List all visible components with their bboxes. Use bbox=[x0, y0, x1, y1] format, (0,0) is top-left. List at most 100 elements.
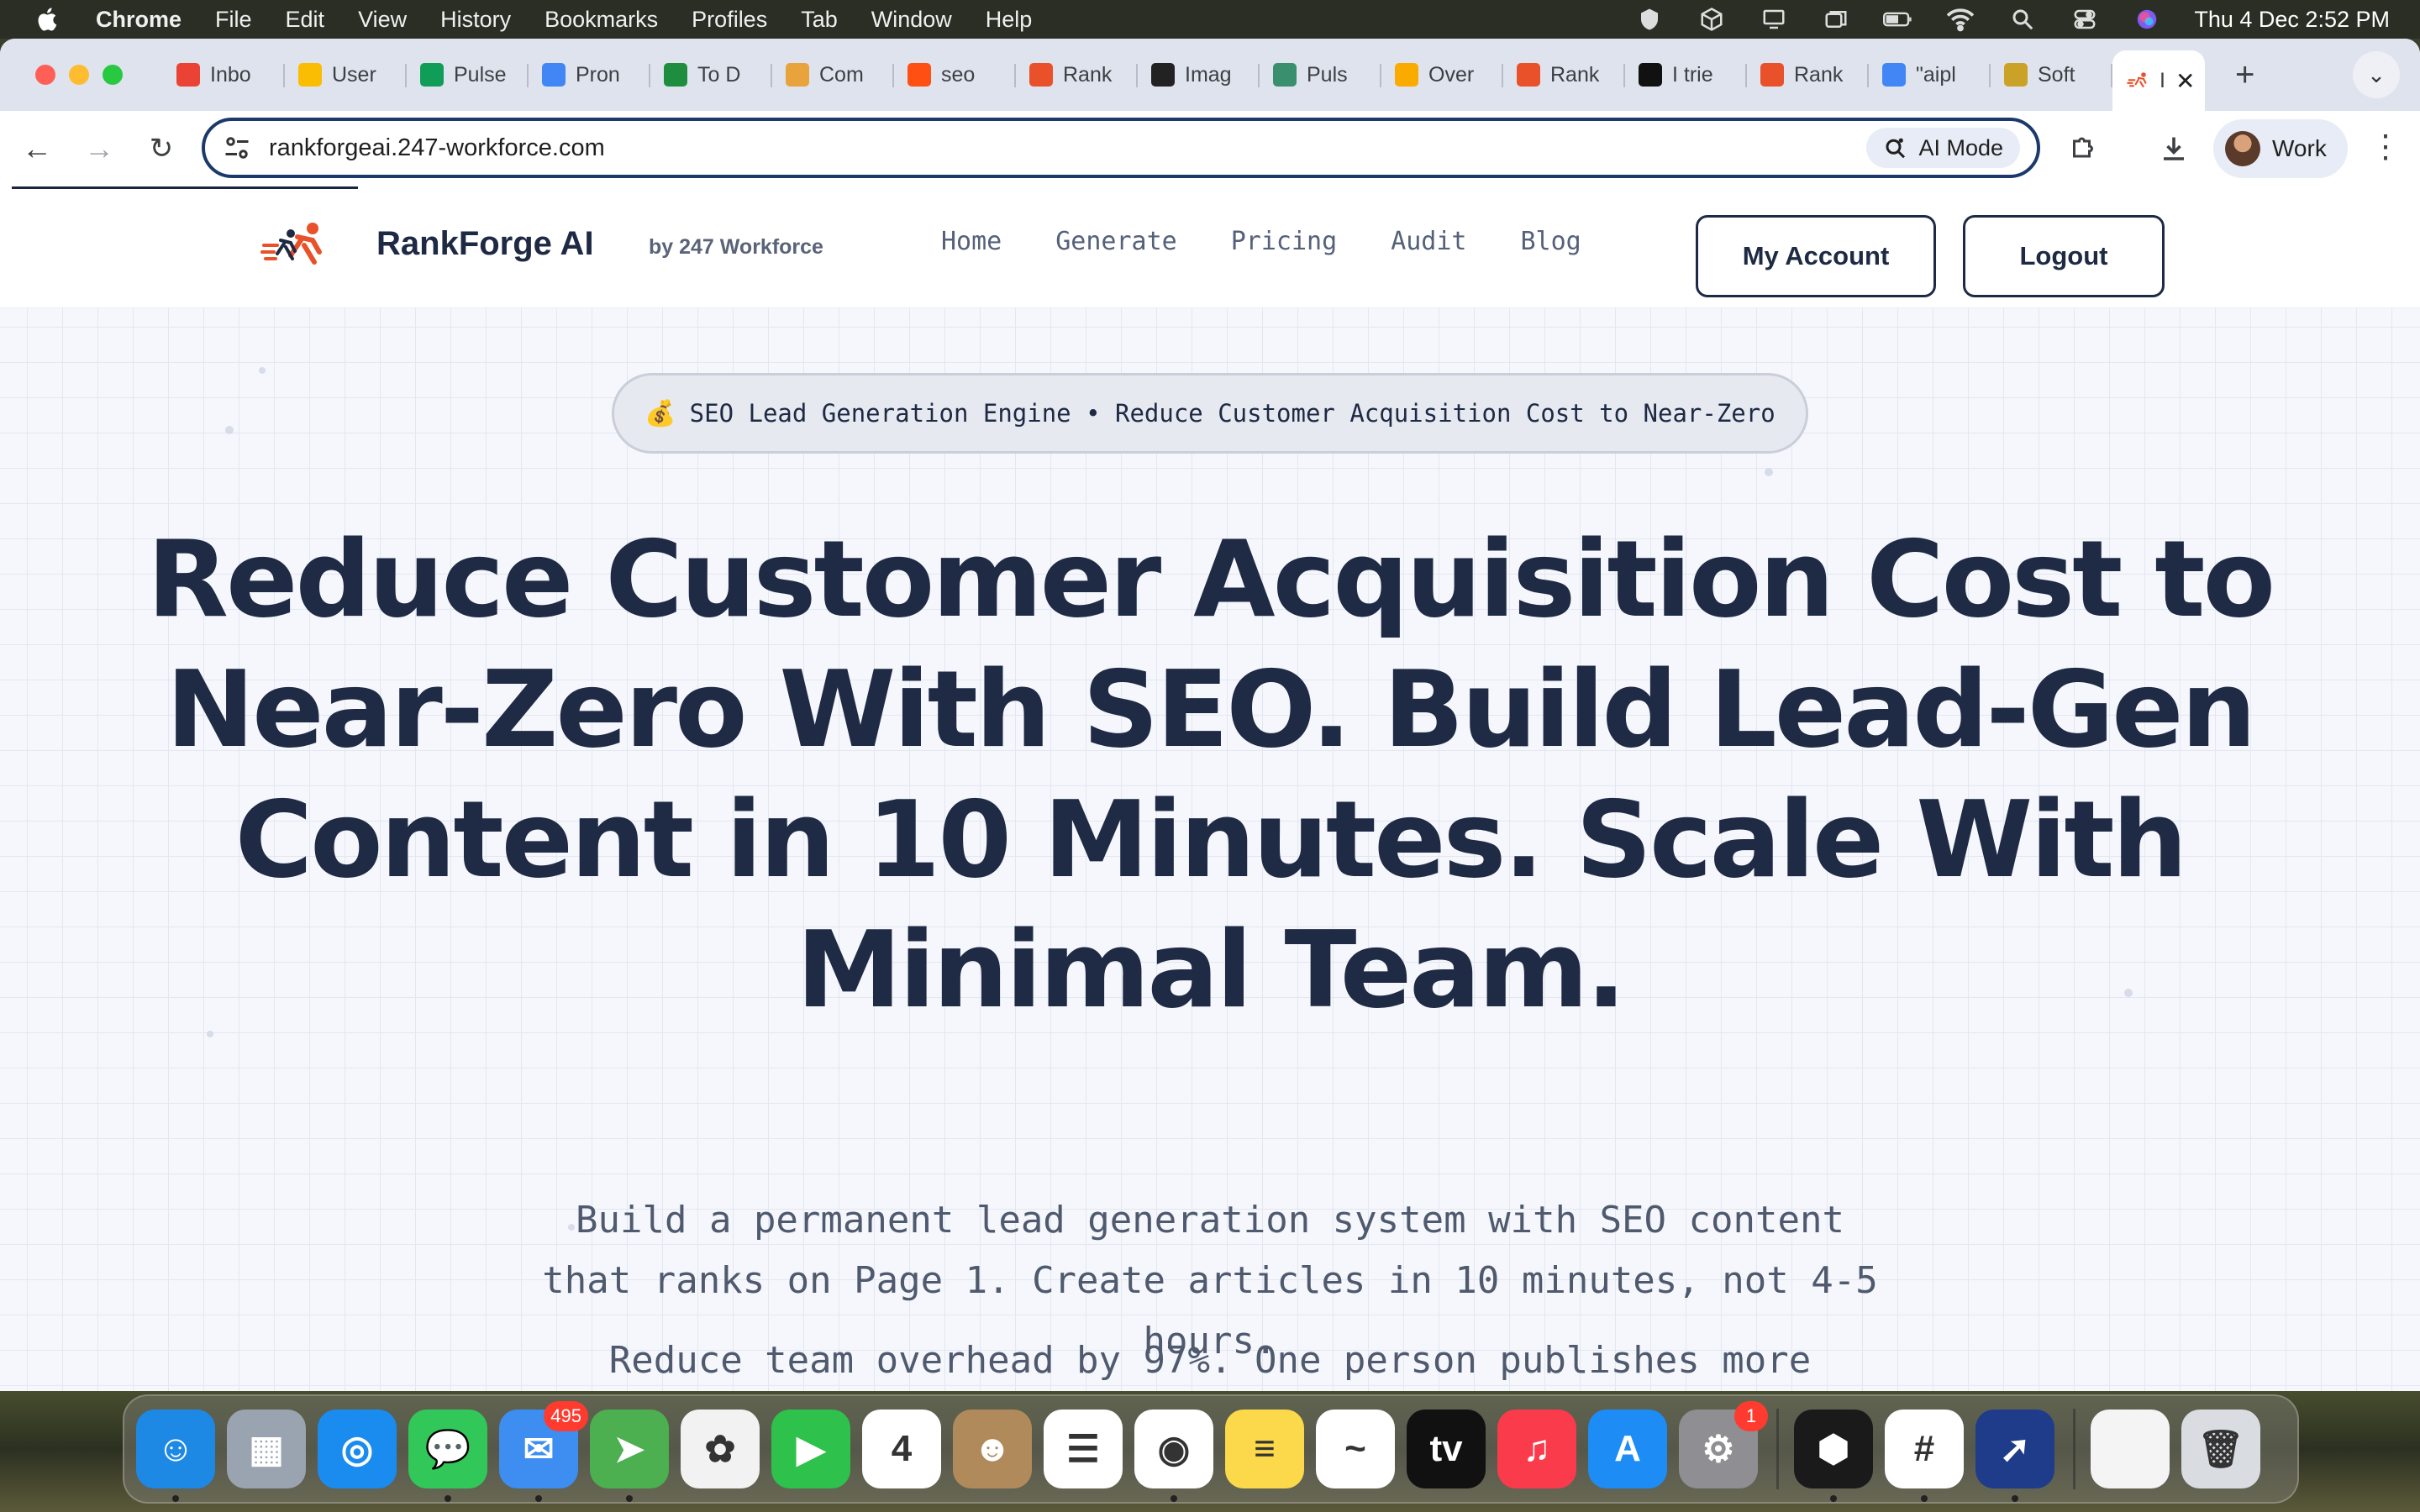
freeform-icon[interactable]: ~ bbox=[1316, 1410, 1395, 1488]
menu-edit[interactable]: Edit bbox=[286, 7, 325, 33]
menu-app-name[interactable]: Chrome bbox=[96, 7, 182, 33]
nav-home[interactable]: Home bbox=[941, 227, 1002, 256]
cube-app-icon[interactable]: ⬢ bbox=[1794, 1410, 1873, 1502]
tab-1[interactable]: User bbox=[285, 50, 407, 99]
tab-6[interactable]: seo bbox=[894, 50, 1016, 99]
more-menu-icon[interactable]: ⋮ bbox=[2370, 128, 2402, 165]
new-tab-button[interactable]: + bbox=[2235, 56, 2254, 94]
tab-15[interactable]: Soft bbox=[1991, 50, 2112, 99]
tab-8[interactable]: Imag bbox=[1138, 50, 1260, 99]
running-indicator bbox=[535, 1495, 542, 1502]
my-account-button[interactable]: My Account bbox=[1696, 215, 1936, 297]
reminders-glyph: ☰ bbox=[1066, 1428, 1100, 1470]
menu-help[interactable]: Help bbox=[986, 7, 1033, 33]
photos-icon[interactable]: ✿ bbox=[681, 1410, 760, 1488]
close-window-button[interactable] bbox=[35, 65, 55, 85]
window-stack-icon[interactable] bbox=[1821, 7, 1851, 32]
control-center-icon[interactable] bbox=[2070, 7, 2100, 32]
facetime-glyph: ▶ bbox=[797, 1428, 825, 1470]
facetime-icon[interactable]: ▶ bbox=[771, 1410, 850, 1488]
rankforge-app-icon[interactable] bbox=[2091, 1410, 2170, 1488]
chrome-icon[interactable]: ◉ bbox=[1134, 1410, 1213, 1502]
running-indicator bbox=[2012, 1495, 2018, 1502]
decor-dot bbox=[225, 426, 234, 434]
menu-history[interactable]: History bbox=[440, 7, 511, 33]
brand-name[interactable]: RankForge AI bbox=[376, 225, 594, 263]
tab-7[interactable]: Rank bbox=[1016, 50, 1138, 99]
messages-icon[interactable]: 💬 bbox=[408, 1410, 487, 1502]
system-settings-icon[interactable]: ⚙ 1 bbox=[1679, 1401, 1768, 1488]
launchpad-glyph: ▦ bbox=[249, 1428, 284, 1470]
running-indicator bbox=[1830, 1495, 1837, 1502]
nav-pricing[interactable]: Pricing bbox=[1231, 227, 1337, 256]
back-arrow-icon[interactable]: ← bbox=[13, 125, 60, 172]
tab-4[interactable]: To D bbox=[650, 50, 772, 99]
siri-icon[interactable] bbox=[2132, 7, 2162, 32]
extensions-puzzle-icon[interactable] bbox=[2062, 128, 2104, 170]
battery-icon[interactable] bbox=[1883, 7, 1913, 32]
rankforge-logo-icon[interactable] bbox=[260, 220, 328, 270]
launchpad-icon[interactable]: ▦ bbox=[227, 1410, 306, 1488]
tab-2[interactable]: Pulse bbox=[407, 50, 529, 99]
safari-icon[interactable]: ◎ bbox=[318, 1410, 397, 1488]
tab-12[interactable]: I trie bbox=[1625, 50, 1747, 99]
apple-logo-icon[interactable] bbox=[34, 5, 62, 34]
profile-button[interactable]: Work bbox=[2213, 119, 2348, 178]
slack-icon[interactable]: # bbox=[1885, 1410, 1964, 1502]
tab-14[interactable]: "aipl bbox=[1869, 50, 1991, 99]
mail-icon[interactable]: ✉ 495 bbox=[499, 1401, 588, 1502]
url-text[interactable]: rankforgeai.247-workforce.com bbox=[269, 134, 605, 162]
tab-13[interactable]: Rank bbox=[1747, 50, 1869, 99]
close-tab-icon[interactable]: ✕ bbox=[2175, 67, 2195, 95]
tab-3[interactable]: Pron bbox=[529, 50, 650, 99]
tab-label: seo bbox=[941, 62, 976, 87]
nav-blog[interactable]: Blog bbox=[1521, 227, 1581, 256]
notes-icon[interactable]: ≡ bbox=[1225, 1410, 1304, 1488]
menu-tab[interactable]: Tab bbox=[801, 7, 838, 33]
copilot-app-icon[interactable]: ➚ bbox=[1975, 1410, 2054, 1502]
tab-5[interactable]: Com bbox=[772, 50, 894, 99]
analytics-icon bbox=[1395, 63, 1418, 87]
contacts-icon[interactable]: ☻ bbox=[953, 1410, 1032, 1488]
tab-label: To D bbox=[697, 62, 741, 87]
tab-active[interactable]: I ✕ bbox=[2112, 50, 2205, 111]
shield-status-icon[interactable] bbox=[1634, 7, 1665, 32]
tab-0[interactable]: Inbo bbox=[163, 50, 285, 99]
menu-window[interactable]: Window bbox=[871, 7, 952, 33]
menu-bar: Chrome File Edit View History Bookmarks … bbox=[0, 0, 2420, 39]
calendar-icon[interactable]: 4 bbox=[862, 1410, 941, 1488]
cube-status-icon[interactable] bbox=[1697, 7, 1727, 32]
zoom-window-button[interactable] bbox=[103, 65, 123, 85]
app-store-icon[interactable]: A bbox=[1588, 1410, 1667, 1488]
tab-9[interactable]: Puls bbox=[1260, 50, 1381, 99]
menu-profiles[interactable]: Profiles bbox=[692, 7, 767, 33]
ai-mode-button[interactable]: AI Mode bbox=[1866, 128, 2020, 168]
menu-file[interactable]: File bbox=[215, 7, 252, 33]
music-icon[interactable]: ♫ bbox=[1497, 1410, 1576, 1488]
minimize-window-button[interactable] bbox=[69, 65, 89, 85]
menu-bookmarks[interactable]: Bookmarks bbox=[544, 7, 658, 33]
address-bar[interactable]: rankforgeai.247-workforce.com AI Mode bbox=[202, 118, 2040, 178]
tab-11[interactable]: Rank bbox=[1503, 50, 1625, 99]
forward-arrow-icon[interactable]: → bbox=[76, 125, 123, 172]
finder-icon[interactable]: ☺ bbox=[136, 1410, 215, 1502]
display-icon[interactable] bbox=[1759, 7, 1789, 32]
wifi-icon[interactable] bbox=[1945, 7, 1975, 32]
nav-audit[interactable]: Audit bbox=[1391, 227, 1466, 256]
reload-icon[interactable]: ↻ bbox=[138, 125, 185, 172]
site-info-icon[interactable] bbox=[222, 133, 252, 163]
maps-icon[interactable]: ➤ bbox=[590, 1410, 669, 1502]
logout-button[interactable]: Logout bbox=[1963, 215, 2165, 297]
spotlight-search-icon[interactable] bbox=[2007, 7, 2038, 32]
tab-10[interactable]: Over bbox=[1381, 50, 1503, 99]
menubar-clock[interactable]: Thu 4 Dec 2:52 PM bbox=[2194, 7, 2390, 33]
reminders-icon[interactable]: ☰ bbox=[1044, 1410, 1123, 1488]
nav-generate[interactable]: Generate bbox=[1055, 227, 1177, 256]
safari-glyph: ◎ bbox=[340, 1428, 374, 1470]
menu-view[interactable]: View bbox=[358, 7, 407, 33]
apple-tv-icon[interactable]: tv bbox=[1407, 1410, 1486, 1488]
tab-search-chevron-icon[interactable]: ⌄ bbox=[2353, 51, 2400, 98]
download-icon[interactable] bbox=[2153, 128, 2195, 170]
tab-label: Rank bbox=[1550, 62, 1600, 87]
trash-icon[interactable]: 🗑 bbox=[2181, 1410, 2260, 1488]
